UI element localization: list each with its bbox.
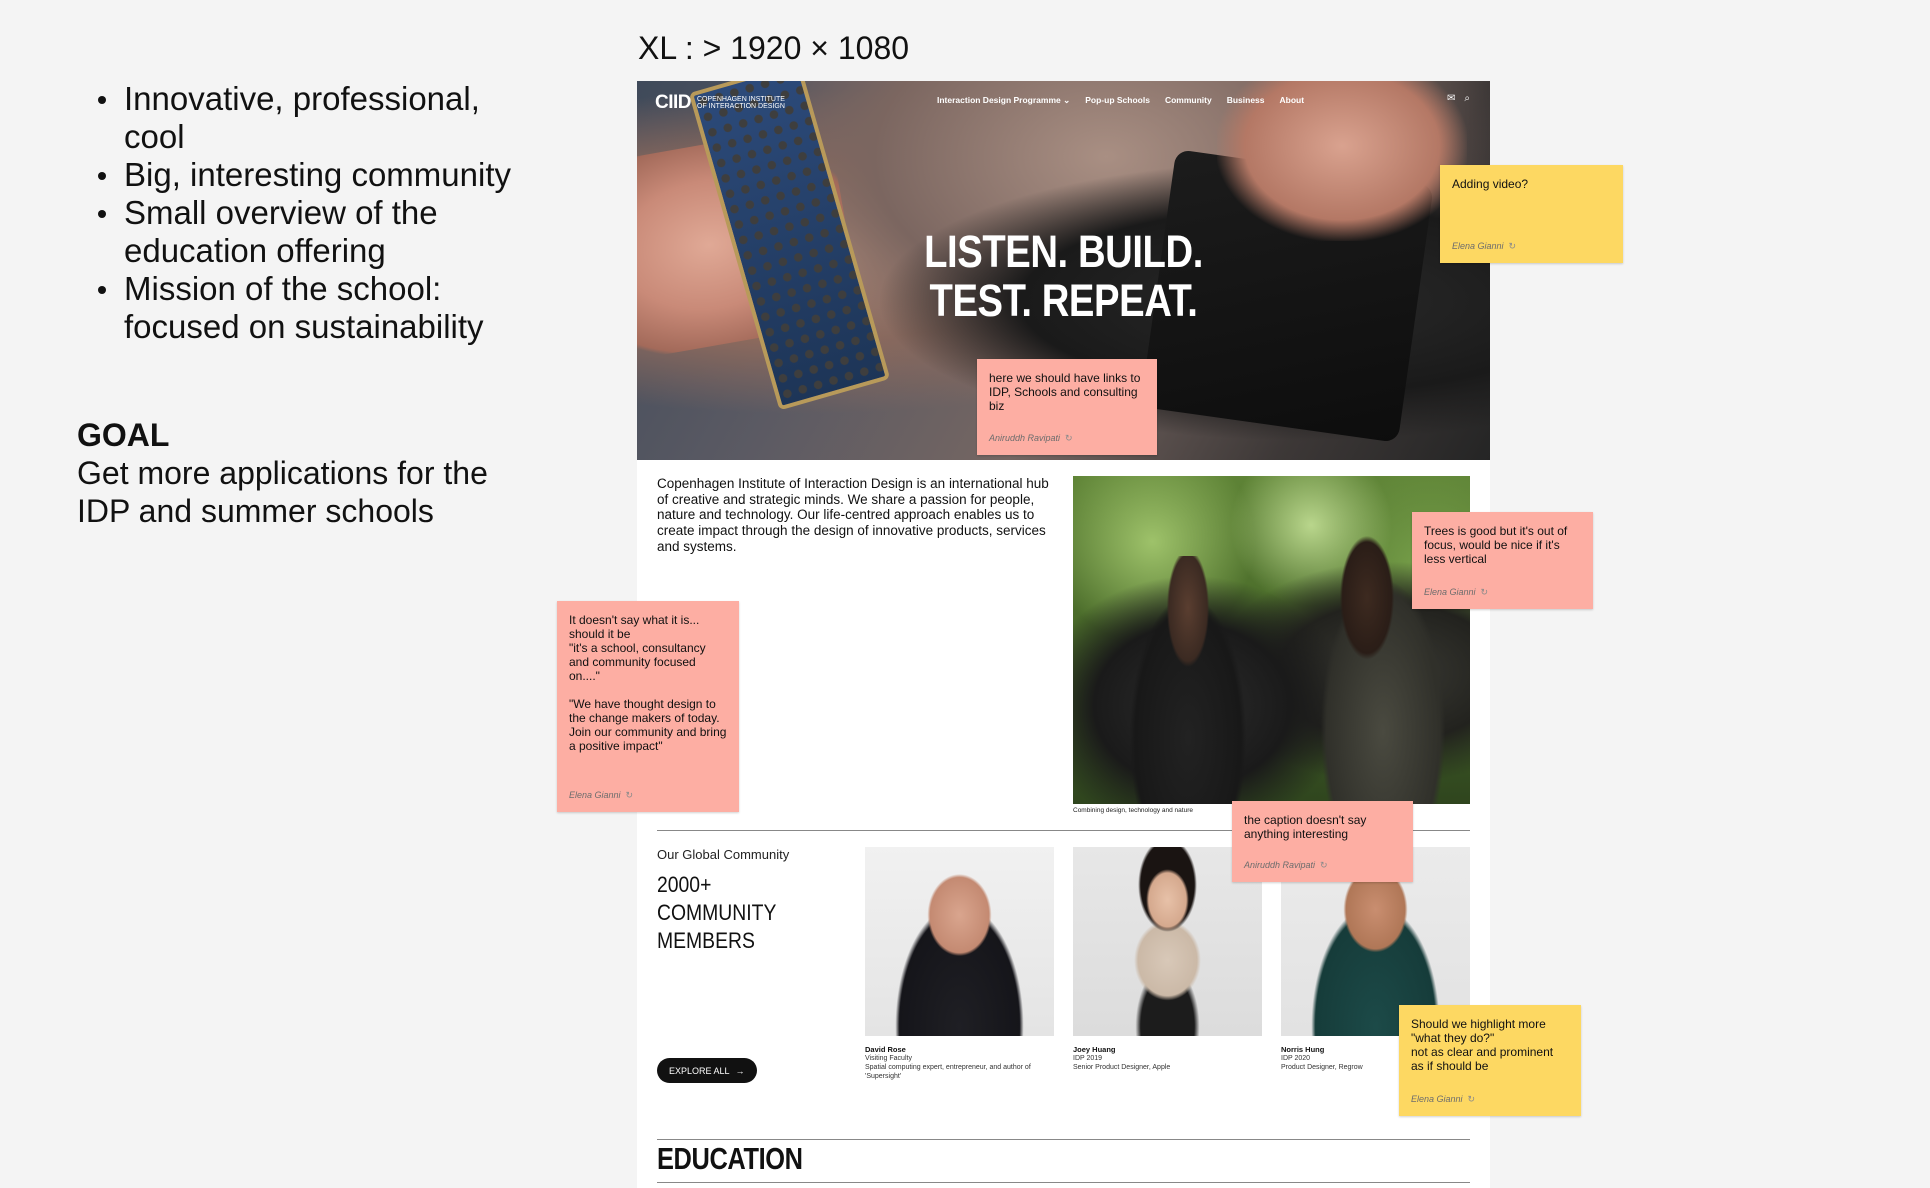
- sticky-note-text: It doesn't say what it is... should it b…: [569, 613, 727, 753]
- sticky-note-author: Aniruddh Ravipati ↻: [989, 431, 1073, 445]
- reply-icon[interactable]: ↻: [1509, 239, 1517, 253]
- bullet-item: Big, interesting community: [96, 156, 546, 194]
- bullet-item: Small overview of the education offering: [96, 194, 546, 270]
- author-name: Elena Gianni: [1424, 587, 1476, 597]
- author-name: Elena Gianni: [1452, 241, 1504, 251]
- sticky-note-author: Elena Gianni ↻: [1424, 585, 1488, 599]
- sticky-note-author: Elena Gianni ↻: [1411, 1092, 1475, 1106]
- nav-item-community[interactable]: Community: [1165, 95, 1212, 106]
- community-title: 2000+ COMMUNITY MEMBERS: [657, 872, 777, 953]
- sticky-note-video[interactable]: Adding video? Elena Gianni ↻: [1440, 165, 1623, 263]
- reply-icon[interactable]: ↻: [1468, 1092, 1476, 1106]
- logo-text: COPENHAGEN INSTITUTE OF INTERACTION DESI…: [697, 96, 785, 110]
- site-logo[interactable]: CIID COPENHAGEN INSTITUTE OF INTERACTION…: [655, 92, 787, 114]
- sticky-note-about[interactable]: It doesn't say what it is... should it b…: [557, 601, 739, 812]
- arrow-right-icon: →: [735, 1065, 745, 1076]
- member-name: David Rose: [865, 1045, 906, 1054]
- explore-all-button[interactable]: EXPLORE ALL →: [657, 1058, 757, 1083]
- sticky-note-author: Aniruddh Ravipati ↻: [1244, 858, 1328, 872]
- site-nav: CIID COPENHAGEN INSTITUTE OF INTERACTION…: [637, 81, 1490, 119]
- hero-headline-line2: TEST. REPEAT.: [929, 275, 1198, 326]
- sticky-note-links[interactable]: here we should have links to IDP, School…: [977, 359, 1157, 455]
- nav-item-about[interactable]: About: [1280, 95, 1305, 106]
- member-role: Visiting Faculty: [865, 1055, 912, 1062]
- sticky-note-text: here we should have links to IDP, School…: [989, 371, 1141, 413]
- sticky-note-text: Adding video?: [1452, 177, 1529, 191]
- forest-photo: [1073, 476, 1470, 804]
- bullet-list: Innovative, professional, cool Big, inte…: [96, 80, 546, 346]
- sticky-note-trees[interactable]: Trees is good but it's out of focus, wou…: [1412, 512, 1593, 609]
- nav-item-interaction-design-programme[interactable]: Interaction Design Programme ⌄: [937, 95, 1070, 106]
- author-name: Elena Gianni: [1411, 1094, 1463, 1104]
- reply-icon[interactable]: ↻: [1065, 431, 1073, 445]
- website-frame: CIID COPENHAGEN INSTITUTE OF INTERACTION…: [637, 81, 1490, 1188]
- community-kicker: Our Global Community: [657, 847, 790, 862]
- member-card[interactable]: David Rose Visiting Faculty Spatial comp…: [865, 847, 1054, 1081]
- nav-item-business[interactable]: Business: [1227, 95, 1265, 106]
- photo-caption: Combining design, technology and nature: [1073, 807, 1193, 814]
- sticky-note-text: Trees is good but it's out of focus, wou…: [1424, 524, 1568, 566]
- nav-icons: ✉ ⌕: [1447, 93, 1470, 104]
- member-role: IDP 2019: [1073, 1055, 1103, 1062]
- author-name: Elena Gianni: [569, 790, 621, 800]
- section-divider: [657, 1182, 1470, 1183]
- sticky-note-text: Should we highlight more "what they do?"…: [1411, 1017, 1554, 1073]
- sticky-note-highlight[interactable]: Should we highlight more "what they do?"…: [1399, 1005, 1581, 1116]
- member-description: Senior Product Designer, Apple: [1073, 1064, 1171, 1071]
- sticky-note-author: Elena Gianni ↻: [569, 788, 633, 802]
- reply-icon[interactable]: ↻: [1320, 858, 1328, 872]
- goal-title: GOAL: [77, 417, 170, 453]
- sticky-note-caption[interactable]: the caption doesn't say anything interes…: [1232, 801, 1413, 882]
- sticky-note-author: Elena Gianni ↻: [1452, 239, 1516, 253]
- photo-person-left: [1113, 556, 1263, 804]
- mail-icon[interactable]: ✉: [1447, 93, 1455, 104]
- frame-label: XL : > 1920 × 1080: [638, 30, 910, 66]
- member-name: Joey Huang: [1073, 1045, 1116, 1054]
- logo-mark: CIID: [655, 92, 692, 113]
- hero-headline-line1: LISTEN. BUILD.: [924, 226, 1203, 277]
- section-divider: [657, 1139, 1470, 1140]
- nav-item-pop-up-schools[interactable]: Pop-up Schools: [1085, 95, 1150, 106]
- bullet-item: Mission of the school: focused on sustai…: [96, 270, 546, 346]
- nav-links: Interaction Design Programme ⌄ Pop-up Sc…: [937, 95, 1304, 106]
- search-icon[interactable]: ⌕: [1464, 93, 1470, 104]
- goal-text: Get more applications for the IDP and su…: [77, 455, 488, 529]
- reply-icon[interactable]: ↻: [1481, 585, 1489, 599]
- author-name: Aniruddh Ravipati: [1244, 860, 1316, 870]
- goal-block: GOAL Get more applications for the IDP a…: [77, 416, 537, 530]
- author-name: Aniruddh Ravipati: [989, 433, 1061, 443]
- reply-icon[interactable]: ↻: [626, 788, 634, 802]
- education-heading: EDUCATION: [657, 1141, 803, 1176]
- intro-paragraph: Copenhagen Institute of Interaction Desi…: [657, 476, 1049, 554]
- hero-headline: LISTEN. BUILD. TEST. REPEAT.: [701, 227, 1426, 325]
- explore-all-label: EXPLORE ALL: [669, 1065, 730, 1076]
- bullet-item: Innovative, professional, cool: [96, 80, 546, 156]
- member-photo: [865, 847, 1054, 1036]
- sticky-note-text: the caption doesn't say anything interes…: [1244, 813, 1367, 841]
- member-description: Spatial computing expert, entrepreneur, …: [865, 1064, 1031, 1080]
